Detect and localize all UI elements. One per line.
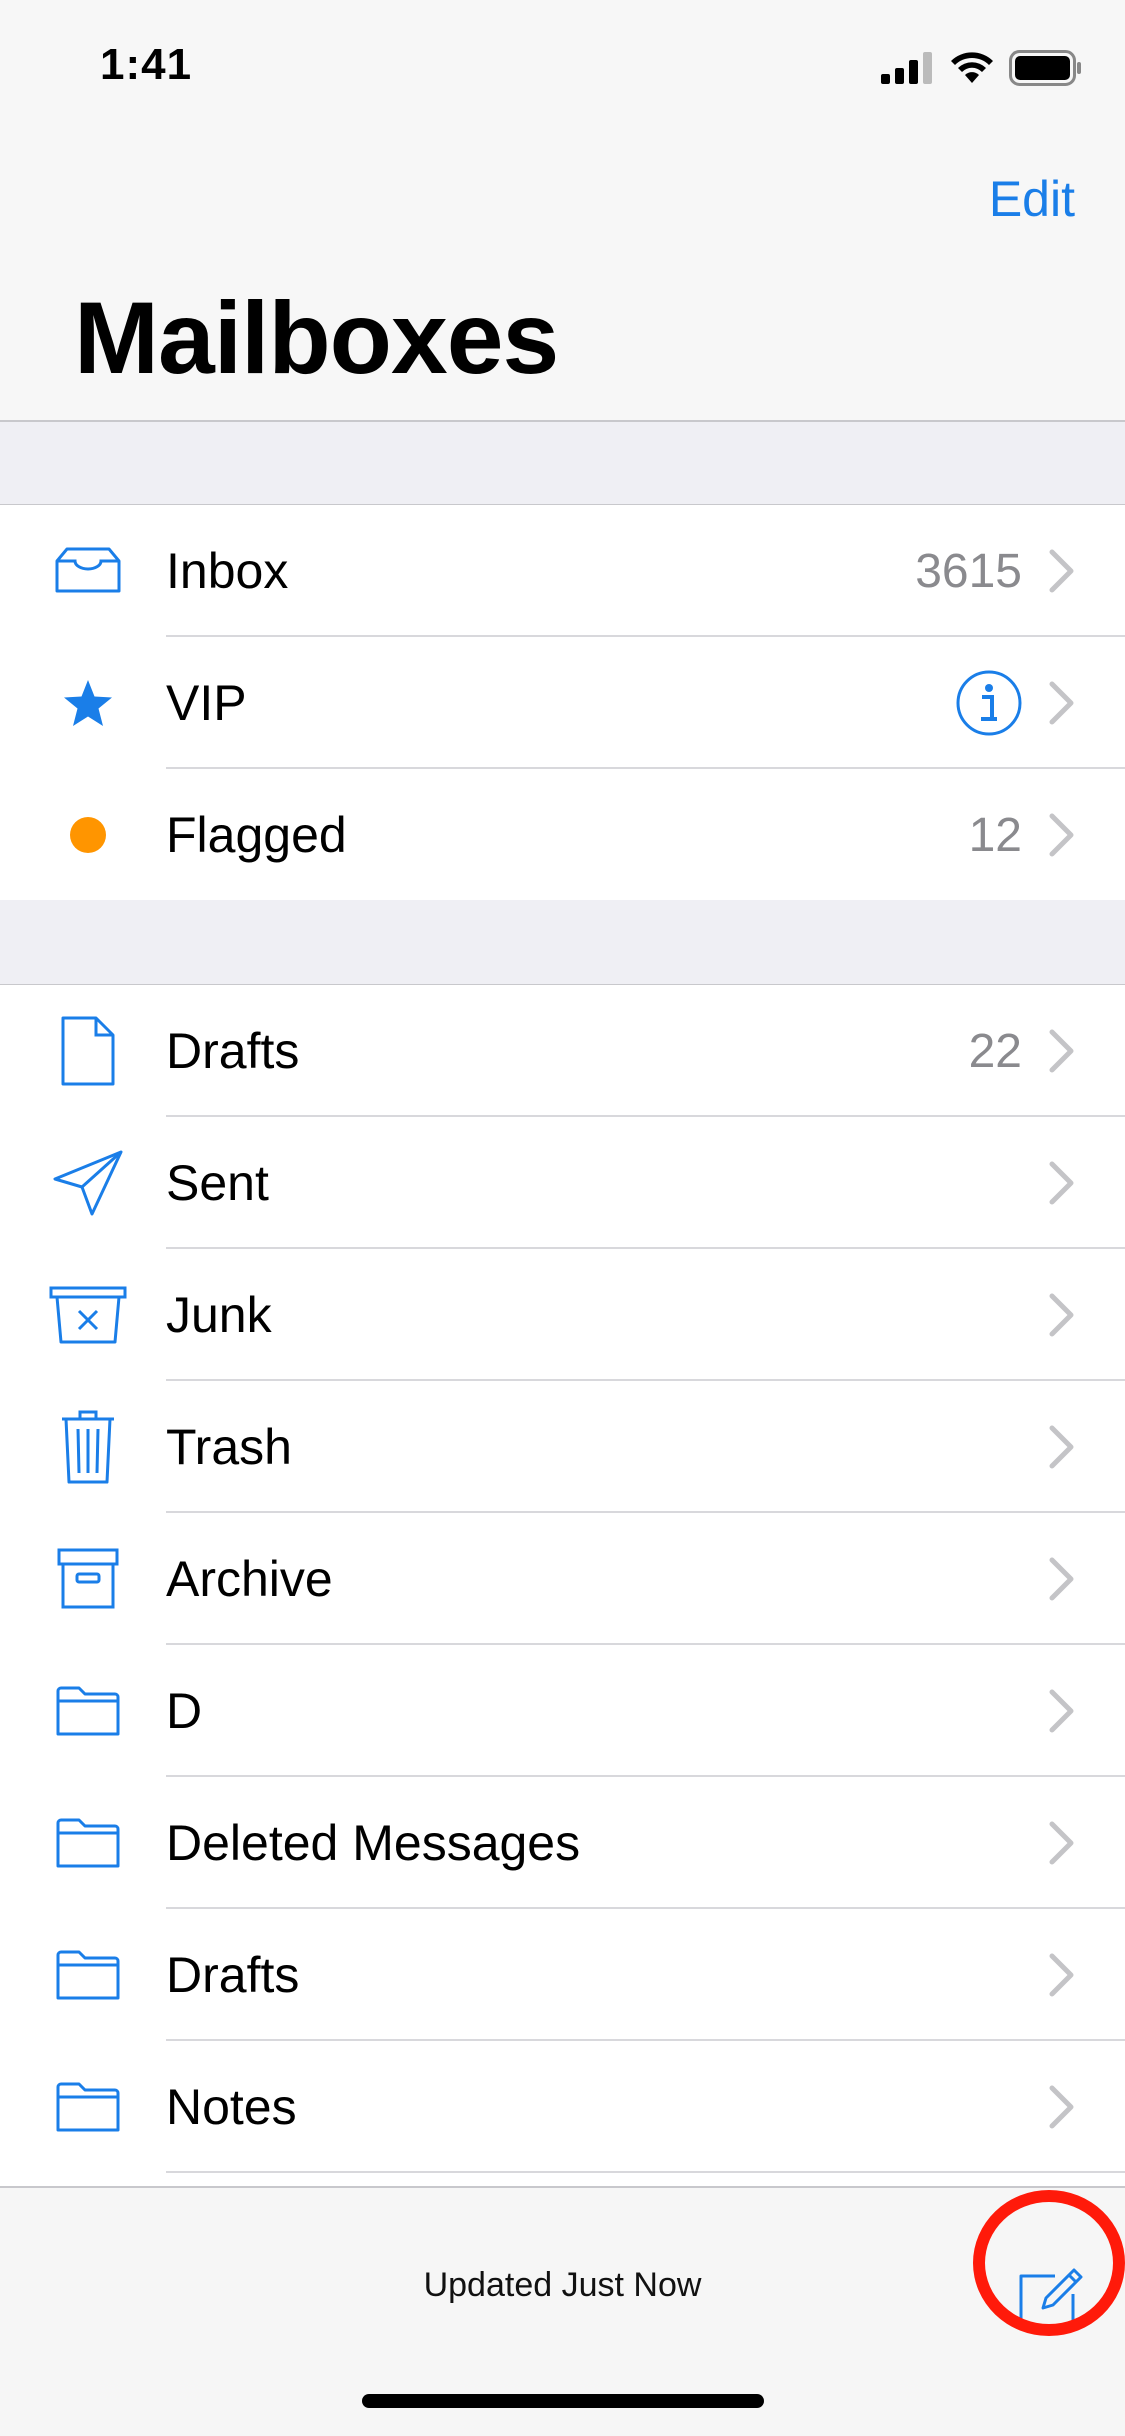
signal-icon [881, 52, 932, 84]
info-icon[interactable] [955, 669, 1023, 737]
folder-row-deleted-messages[interactable]: Deleted Messages [0, 1777, 1125, 1909]
chevron-right-icon [1049, 813, 1074, 857]
folder-label: Archive [166, 1551, 333, 1607]
folder-label: Notes [166, 2079, 297, 2135]
status-icons [881, 48, 1083, 88]
update-status: Updated Just Now [423, 2266, 702, 2304]
junk-bin-icon [48, 1275, 128, 1355]
status-bar: 1:41 [0, 0, 1125, 140]
folder-label: D [166, 1683, 203, 1739]
inbox-tray-icon [48, 531, 128, 611]
mailbox-row-flagged[interactable]: Flagged 12 [0, 769, 1125, 901]
page-title: Mailboxes [74, 281, 559, 395]
folder-icon [48, 1935, 128, 2015]
chevron-right-icon [1049, 1953, 1074, 1997]
folder-label: Drafts [166, 1023, 300, 1079]
chevron-right-icon [1049, 2085, 1074, 2129]
chevron-right-icon [1049, 549, 1074, 593]
folder-label: Trash [166, 1419, 292, 1475]
star-icon [48, 663, 128, 743]
folder-row-d[interactable]: D [0, 1645, 1125, 1777]
battery-icon [1009, 50, 1081, 86]
chevron-right-icon [1049, 1425, 1074, 1469]
chevron-right-icon [1049, 1821, 1074, 1865]
mailboxes-group: Inbox 3615 VIP Flagged 12 [0, 504, 1125, 902]
folder-row-notes[interactable]: Notes [0, 2041, 1125, 2173]
chevron-right-icon [1049, 681, 1074, 725]
folder-icon [48, 1671, 128, 1751]
folder-label: Sent [166, 1155, 269, 1211]
folder-label: Junk [166, 1287, 272, 1343]
chevron-right-icon [1049, 1293, 1074, 1337]
section-spacer [0, 900, 1125, 984]
section-spacer [0, 422, 1125, 504]
chevron-right-icon [1049, 1029, 1074, 1073]
document-icon [48, 1011, 128, 1091]
unread-count: 22 [968, 1024, 1022, 1078]
edit-button[interactable]: Edit [989, 170, 1075, 228]
status-time: 1:41 [100, 40, 193, 89]
unread-count: 12 [968, 808, 1022, 862]
archive-box-icon [48, 1539, 128, 1619]
flag-dot-icon [48, 795, 128, 875]
folder-icon [48, 2067, 128, 2147]
folder-row-drafts-2[interactable]: Drafts [0, 1909, 1125, 2041]
unread-count: 3615 [915, 544, 1022, 598]
mailbox-row-vip[interactable]: VIP [0, 637, 1125, 769]
folder-row-junk[interactable]: Junk [0, 1249, 1125, 1381]
folder-row-trash[interactable]: Trash [0, 1381, 1125, 1513]
folder-label: Drafts [166, 1947, 300, 2003]
folder-icon [48, 1803, 128, 1883]
home-indicator[interactable] [362, 2394, 764, 2408]
folders-group: Drafts 22 Sent Junk Trash Archive D Dele… [0, 984, 1125, 2186]
mailbox-label: Flagged [166, 807, 347, 863]
mailbox-label: VIP [166, 675, 247, 731]
paper-plane-icon [48, 1143, 128, 1223]
chevron-right-icon [1049, 1557, 1074, 1601]
mailbox-row-inbox[interactable]: Inbox 3615 [0, 505, 1125, 637]
mailbox-label: Inbox [166, 543, 289, 599]
row-separator [166, 2171, 1125, 2173]
chevron-right-icon [1049, 1161, 1074, 1205]
trash-icon [48, 1407, 128, 1487]
folder-row-archive[interactable]: Archive [0, 1513, 1125, 1645]
compose-icon[interactable] [1015, 2264, 1085, 2334]
wifi-icon [951, 52, 993, 83]
chevron-right-icon [1049, 1689, 1074, 1733]
folder-label: Deleted Messages [166, 1815, 581, 1871]
folder-row-sent[interactable]: Sent [0, 1117, 1125, 1249]
folder-row-drafts[interactable]: Drafts 22 [0, 985, 1125, 1117]
